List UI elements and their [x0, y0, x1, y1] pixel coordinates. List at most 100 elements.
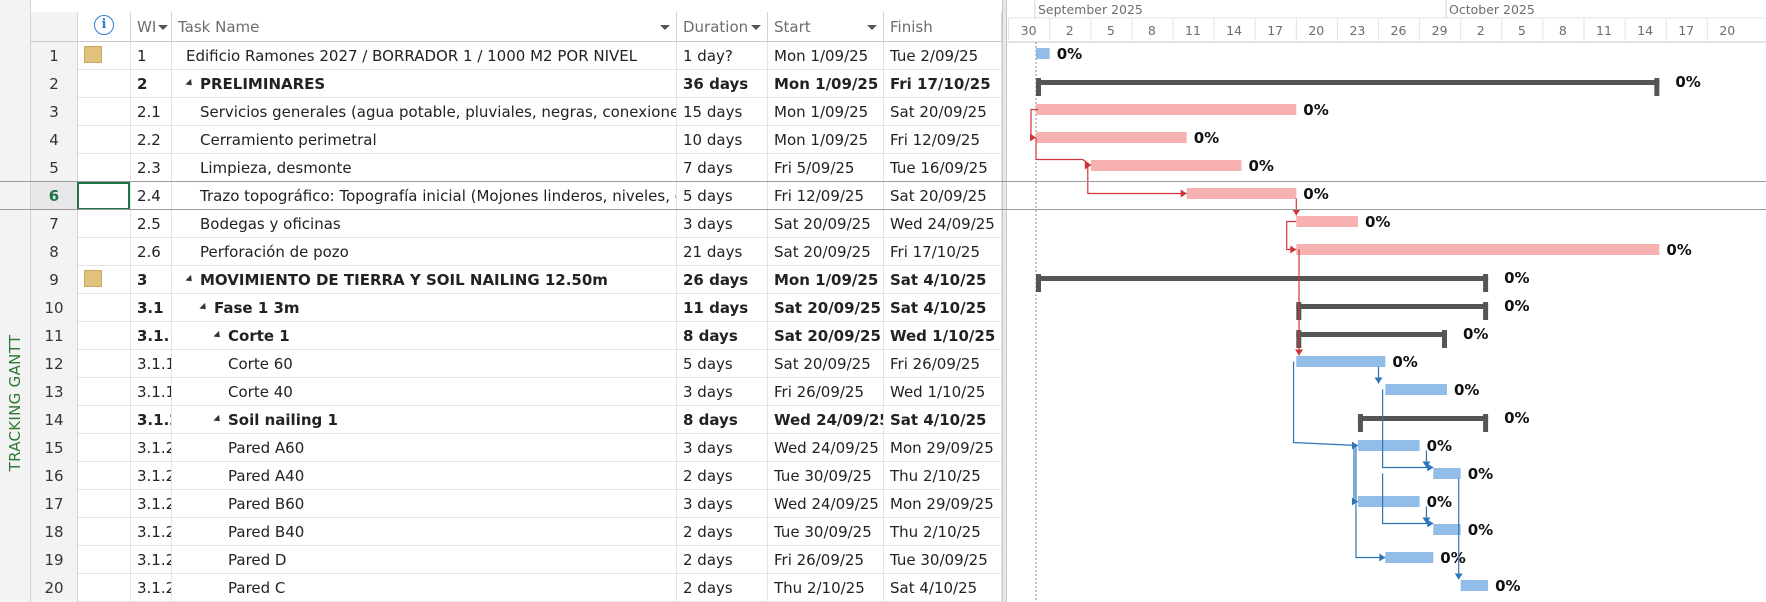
- finish-cell[interactable]: Mon 29/09/25: [884, 490, 1002, 518]
- chevron-down-icon[interactable]: [158, 25, 168, 30]
- duration-cell[interactable]: 2 days: [677, 518, 768, 546]
- name-cell[interactable]: Pared B60: [172, 490, 677, 518]
- task-row-3[interactable]: 3 2.1 Servicios generales (agua potable, p…: [31, 98, 1002, 126]
- finish-cell[interactable]: Mon 29/09/25: [884, 434, 1002, 462]
- name-cell[interactable]: Cerramiento perimetral: [172, 126, 677, 154]
- name-cell[interactable]: Pared A60: [172, 434, 677, 462]
- chevron-down-icon[interactable]: [867, 25, 877, 30]
- task-row-15[interactable]: 15 3.1.2 Pared A60 3 days Wed 24/09/25 Mon 29…: [31, 434, 1002, 462]
- wbs-cell[interactable]: 3.1.2: [131, 546, 172, 574]
- wbs-cell[interactable]: 2.1: [131, 98, 172, 126]
- duration-cell[interactable]: 8 days: [677, 406, 768, 434]
- view-bar[interactable]: TRACKING GANTT: [0, 0, 31, 602]
- row-number[interactable]: 1: [31, 42, 78, 70]
- duration-cell[interactable]: 3 days: [677, 210, 768, 238]
- row-number[interactable]: 4: [31, 126, 78, 154]
- row-number[interactable]: 5: [31, 154, 78, 182]
- wbs-cell[interactable]: 3.1.2: [131, 434, 172, 462]
- duration-cell[interactable]: 10 days: [677, 126, 768, 154]
- task-row-6[interactable]: 6 2.4 Trazo topográfico: Topografía inicia…: [31, 182, 1002, 210]
- task-row-9[interactable]: 9 3 MOVIMIENTO DE TIERRA Y SOIL NAILING 12…: [31, 266, 1002, 294]
- row-number[interactable]: 8: [31, 238, 78, 266]
- task-row-19[interactable]: 19 3.1.2 Pared D 2 days Fri 26/09/25 Tue 30/0…: [31, 546, 1002, 574]
- finish-cell[interactable]: Sat 4/10/25: [884, 406, 1002, 434]
- wbs-cell[interactable]: 3.1.2: [131, 574, 172, 602]
- start-cell[interactable]: Fri 5/09/25: [768, 154, 884, 182]
- wbs-cell[interactable]: 2.6: [131, 238, 172, 266]
- wbs-cell[interactable]: 3.1.1: [131, 378, 172, 406]
- task-row-14[interactable]: 14 3.1.2 Soil nailing 1 8 daysWed 24/09/25S…: [31, 406, 1002, 434]
- duration-cell[interactable]: 2 days: [677, 462, 768, 490]
- duration-column-header[interactable]: Duration: [677, 12, 768, 42]
- row-number[interactable]: 3: [31, 98, 78, 126]
- start-cell[interactable]: Sat 20/09/25: [768, 322, 884, 350]
- task-row-4[interactable]: 4 2.2 Cerramiento perimetral 10 days Mon 1/0…: [31, 126, 1002, 154]
- finish-cell[interactable]: Sat 20/09/25: [884, 182, 1002, 210]
- finish-cell[interactable]: Fri 17/10/25: [884, 238, 1002, 266]
- row-number[interactable]: 14: [31, 406, 78, 434]
- finish-cell[interactable]: Tue 2/09/25: [884, 42, 1002, 70]
- name-cell[interactable]: Pared D: [172, 546, 677, 574]
- name-cell[interactable]: Pared C: [172, 574, 677, 602]
- wbs-cell[interactable]: 1: [131, 42, 172, 70]
- wbs-cell[interactable]: 2.5: [131, 210, 172, 238]
- row-number[interactable]: 20: [31, 574, 78, 602]
- name-cell[interactable]: Bodegas y oficinas: [172, 210, 677, 238]
- start-cell[interactable]: Sat 20/09/25: [768, 210, 884, 238]
- wbs-cell[interactable]: 3: [131, 266, 172, 294]
- name-cell[interactable]: MOVIMIENTO DE TIERRA Y SOIL NAILING 12.5…: [172, 266, 677, 294]
- task-row-16[interactable]: 16 3.1.2 Pared A40 2 days Tue 30/09/25 Thu 2/…: [31, 462, 1002, 490]
- wbs-cell[interactable]: 2.3: [131, 154, 172, 182]
- task-row-5[interactable]: 5 2.3 Limpieza, desmonte 7 days Fri 5/09/25 T…: [31, 154, 1002, 182]
- start-cell[interactable]: Sat 20/09/25: [768, 238, 884, 266]
- collapse-icon[interactable]: [185, 78, 195, 89]
- name-cell[interactable]: Servicios generales (agua potable, pluvi…: [172, 98, 677, 126]
- start-cell[interactable]: Fri 26/09/25: [768, 546, 884, 574]
- start-cell[interactable]: Thu 2/10/25: [768, 574, 884, 602]
- task-row-8[interactable]: 8 2.6 Perforación de pozo 21 days Sat 20/09/…: [31, 238, 1002, 266]
- note-icon[interactable]: [84, 270, 102, 287]
- wbs-cell[interactable]: 3.1.1: [131, 350, 172, 378]
- finish-cell[interactable]: Sat 4/10/25: [884, 574, 1002, 602]
- select-all-corner[interactable]: [31, 12, 78, 42]
- finish-cell[interactable]: Thu 2/10/25: [884, 518, 1002, 546]
- chevron-down-icon[interactable]: [751, 25, 761, 30]
- task-row-13[interactable]: 13 3.1.1 Corte 40 3 days Fri 26/09/25 Wed 1/1…: [31, 378, 1002, 406]
- name-cell[interactable]: Pared B40: [172, 518, 677, 546]
- duration-cell[interactable]: 21 days: [677, 238, 768, 266]
- duration-cell[interactable]: 2 days: [677, 546, 768, 574]
- row-number[interactable]: 18: [31, 518, 78, 546]
- task-row-12[interactable]: 12 3.1.1 Corte 60 5 days Sat 20/09/25 Fri 26/…: [31, 350, 1002, 378]
- row-number[interactable]: 13: [31, 378, 78, 406]
- row-number[interactable]: 17: [31, 490, 78, 518]
- gantt-chart[interactable]: September 2025 October 2025 30 2 5 8 11 14 17 20 2…: [1007, 0, 1766, 602]
- start-cell[interactable]: Wed 24/09/25: [768, 434, 884, 462]
- name-cell[interactable]: PRELIMINARES: [172, 70, 677, 98]
- row-number[interactable]: 16: [31, 462, 78, 490]
- name-cell[interactable]: Trazo topográfico: Topografía inicial (M…: [172, 182, 677, 210]
- start-cell[interactable]: Wed 24/09/25: [768, 406, 884, 434]
- wbs-cell[interactable]: 3.1.2: [131, 406, 172, 434]
- collapse-icon[interactable]: [213, 414, 223, 425]
- row-number[interactable]: 11: [31, 322, 78, 350]
- wbs-cell[interactable]: 3.1.2: [131, 462, 172, 490]
- finish-cell[interactable]: Tue 30/09/25: [884, 546, 1002, 574]
- wbs-cell[interactable]: 2.2: [131, 126, 172, 154]
- name-cell[interactable]: Limpieza, desmonte: [172, 154, 677, 182]
- name-cell[interactable]: Perforación de pozo: [172, 238, 677, 266]
- task-row-20[interactable]: 20 3.1.2 Pared C 2 days Thu 2/10/25 Sat 4/10/…: [31, 574, 1002, 602]
- name-cell[interactable]: Edificio Ramones 2027 / BORRADOR 1 / 100…: [172, 42, 677, 70]
- finish-cell[interactable]: Wed 1/10/25: [884, 378, 1002, 406]
- finish-cell[interactable]: Wed 24/09/25: [884, 210, 1002, 238]
- duration-cell[interactable]: 11 days: [677, 294, 768, 322]
- task-row-2[interactable]: 2 2 PRELIMINARES 36 days Mon 1/09/25 Fri 17/1…: [31, 70, 1002, 98]
- row-number[interactable]: 19: [31, 546, 78, 574]
- row-number[interactable]: 7: [31, 210, 78, 238]
- start-cell[interactable]: Wed 24/09/25: [768, 490, 884, 518]
- duration-cell[interactable]: 7 days: [677, 154, 768, 182]
- task-row-10[interactable]: 10 3.1 Fase 1 3m 11 days Sat 20/09/25 Sat 4/1…: [31, 294, 1002, 322]
- task-row-1[interactable]: 1 1 Edificio Ramones 2027 / BORRADOR 1 / 1…: [31, 42, 1002, 70]
- name-cell[interactable]: Pared A40: [172, 462, 677, 490]
- finish-cell[interactable]: Fri 26/09/25: [884, 350, 1002, 378]
- start-cell[interactable]: Fri 26/09/25: [768, 378, 884, 406]
